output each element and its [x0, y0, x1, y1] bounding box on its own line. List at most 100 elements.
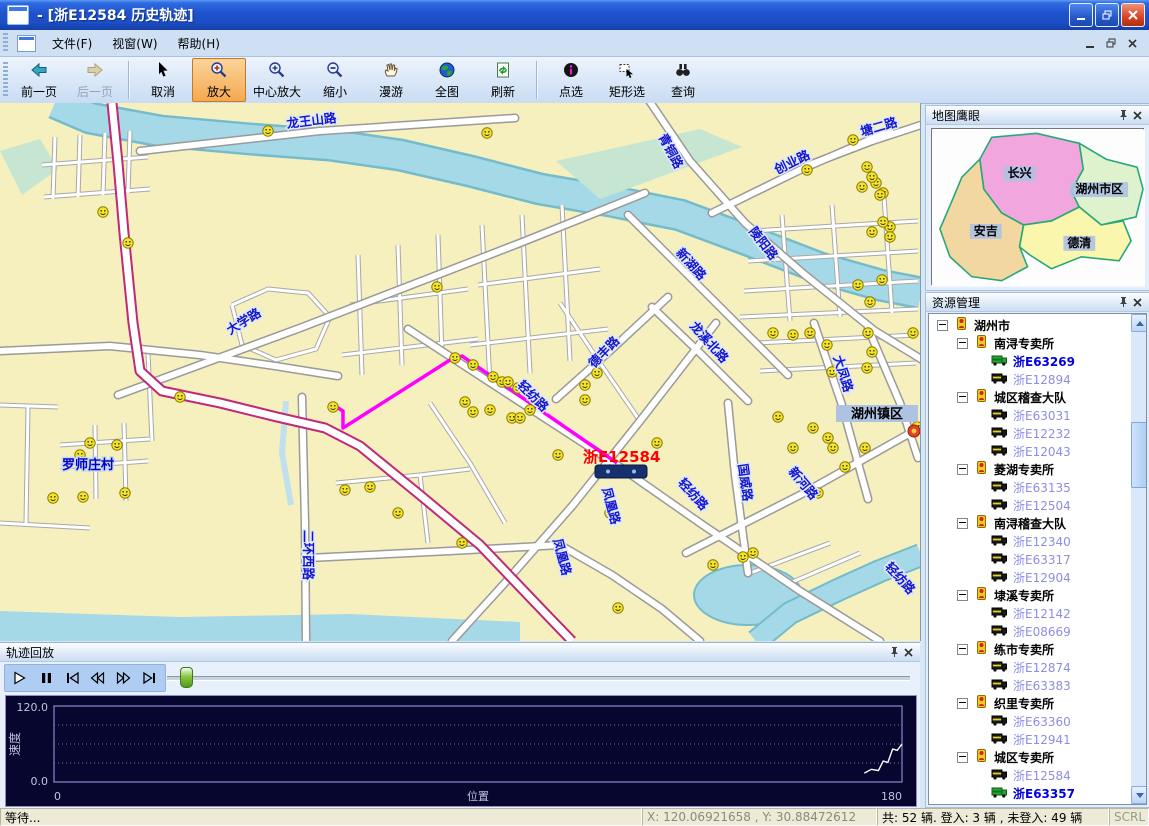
toolbar-separator	[536, 61, 538, 99]
tree-vehicle-浙E12904[interactable]: 浙E12904	[929, 568, 1130, 586]
collapse-icon[interactable]	[957, 752, 968, 763]
toolbar-button-page-prev[interactable]: 前一页	[12, 58, 66, 102]
mdi-close-button[interactable]	[1123, 35, 1141, 51]
organization-icon	[974, 334, 989, 352]
collapse-icon[interactable]	[957, 644, 968, 655]
mdi-restore-button[interactable]	[1102, 35, 1120, 51]
toolbar-button-rect-select[interactable]: 矩形选	[600, 58, 654, 102]
tree-vehicle-浙E12584[interactable]: 浙E12584	[929, 766, 1130, 784]
collapse-icon[interactable]	[957, 338, 968, 349]
tree-group-埭溪专卖所[interactable]: 埭溪专卖所	[929, 586, 1130, 604]
toolbar-button-cancel-cursor[interactable]: 取消	[136, 58, 190, 102]
tree-vehicle-浙E12941[interactable]: 浙E12941	[929, 730, 1130, 748]
scroll-down-button[interactable]	[1131, 786, 1147, 804]
tree-vehicle-浙E12894[interactable]: 浙E12894	[929, 370, 1130, 388]
transport-controls	[4, 664, 166, 692]
collapse-icon[interactable]	[937, 320, 948, 331]
organization-icon	[974, 694, 989, 712]
tree-vehicle-浙E12340[interactable]: 浙E12340	[929, 532, 1130, 550]
toolbar-button-refresh[interactable]: 刷新	[476, 58, 530, 102]
tree-vehicle-浙E12043[interactable]: 浙E12043	[929, 442, 1130, 460]
toolbar-separator	[128, 61, 130, 99]
toolbar-button-full-map-globe[interactable]: 全图	[420, 58, 474, 102]
map-canvas[interactable]: 龙王山路塘二路创业路青铜路陵阳路新湖路大学路龙溪北路德丰路轻纺路轻纺路轻纺路凤凰…	[0, 103, 921, 641]
menu-item-2[interactable]: 帮助(H)	[168, 31, 230, 56]
svg-text:湖州镇区: 湖州镇区	[851, 406, 903, 422]
window-title: - [浙E12584 历史轨迹]	[37, 5, 1069, 25]
collapse-icon[interactable]	[957, 518, 968, 529]
eagle-eye-panel: 地图鹰眼 长兴湖州市区安吉德清	[925, 105, 1149, 291]
tree-group-练市专卖所[interactable]: 练市专卖所	[929, 640, 1130, 658]
menu-item-0[interactable]: 文件(F)	[42, 31, 102, 56]
tree-vehicle-浙E63031[interactable]: 浙E63031	[929, 406, 1130, 424]
tree-vehicle-浙E63317[interactable]: 浙E63317	[929, 550, 1130, 568]
skip-end-button[interactable]	[139, 668, 159, 688]
tree-vehicle-浙E09387[interactable]: 浙E09387	[929, 802, 1130, 804]
tree-vehicle-浙E12142[interactable]: 浙E12142	[929, 604, 1130, 622]
mdi-minimize-button[interactable]	[1081, 35, 1099, 51]
page-prev-icon	[30, 61, 48, 82]
scroll-thumb[interactable]	[1131, 422, 1147, 488]
truck-icon	[991, 803, 1008, 804]
toolbar-button-page-next[interactable]: 后一页	[68, 58, 122, 102]
toolbar-button-query-binoculars[interactable]: 查询	[656, 58, 710, 102]
toolbar-button-zoom-out[interactable]: 缩小	[308, 58, 362, 102]
svg-text:德清: 德清	[1067, 235, 1091, 250]
truck-icon	[991, 425, 1008, 441]
collapse-icon[interactable]	[957, 464, 968, 475]
tree-scrollbar[interactable]	[1131, 314, 1146, 804]
fast-forward-button[interactable]	[113, 668, 133, 688]
resource-pin-icon[interactable]	[1115, 295, 1130, 309]
tree-vehicle-浙E63135[interactable]: 浙E63135	[929, 478, 1130, 496]
playback-close-icon[interactable]	[901, 645, 916, 659]
app-icon	[7, 5, 29, 25]
eagle-eye-map[interactable]: 长兴湖州市区安吉德清	[931, 128, 1144, 285]
collapse-icon[interactable]	[957, 698, 968, 709]
rewind-button[interactable]	[88, 668, 108, 688]
scroll-up-button[interactable]	[1131, 314, 1147, 332]
tree-group-菱湖专卖所[interactable]: 菱湖专卖所	[929, 460, 1130, 478]
playback-pin-icon[interactable]	[886, 645, 901, 659]
toolbar-button-pan-hand[interactable]: 漫游	[364, 58, 418, 102]
tree-vehicle-浙E63383[interactable]: 浙E63383	[929, 676, 1130, 694]
skip-start-button[interactable]	[62, 668, 82, 688]
resource-close-icon[interactable]	[1130, 295, 1145, 309]
tree-vehicle-浙E63360[interactable]: 浙E63360	[929, 712, 1130, 730]
toolbar-button-zoom-in[interactable]: 放大	[192, 58, 246, 102]
restore-button[interactable]	[1095, 3, 1119, 27]
tree-group-城区稽查大队[interactable]: 城区稽查大队	[929, 388, 1130, 406]
tree-vehicle-浙E12504[interactable]: 浙E12504	[929, 496, 1130, 514]
mdi-child-icon[interactable]	[17, 35, 36, 52]
tree-group-织里专卖所[interactable]: 织里专卖所	[929, 694, 1130, 712]
play-button[interactable]	[11, 668, 31, 688]
collapse-icon[interactable]	[957, 392, 968, 403]
status-message: 等待...	[0, 808, 642, 826]
eagle-eye-pin-icon[interactable]	[1115, 108, 1130, 122]
tree-group-南浔专卖所[interactable]: 南浔专卖所	[929, 334, 1130, 352]
tree-vehicle-浙E08669[interactable]: 浙E08669	[929, 622, 1130, 640]
point-select-icon	[562, 61, 580, 82]
toolbar-button-zoom-center[interactable]: 中心放大	[248, 58, 306, 102]
tree-group-南浔稽查大队[interactable]: 南浔稽查大队	[929, 514, 1130, 532]
tree-group-城区专卖所[interactable]: 城区专卖所	[929, 748, 1130, 766]
menu-item-1[interactable]: 视窗(W)	[102, 31, 167, 56]
tree-vehicle-浙E63269[interactable]: 浙E63269	[929, 352, 1130, 370]
eagle-eye-close-icon[interactable]	[1130, 108, 1145, 122]
tree-vehicle-浙E12874[interactable]: 浙E12874	[929, 658, 1130, 676]
toolbar: 前一页后一页取消放大中心放大缩小漫游全图刷新点选矩形选查询	[0, 57, 1149, 104]
tree-vehicle-浙E63357[interactable]: 浙E63357	[929, 784, 1130, 802]
close-button[interactable]	[1121, 3, 1145, 27]
collapse-icon[interactable]	[957, 590, 968, 601]
organization-icon	[954, 316, 969, 334]
truck-green-icon	[991, 785, 1008, 801]
minimize-button[interactable]	[1069, 3, 1093, 27]
toolbar-button-point-select[interactable]: 点选	[544, 58, 598, 102]
truck-icon	[991, 407, 1008, 423]
village-label: 罗师庄村	[62, 457, 114, 473]
playback-slider-track[interactable]	[167, 676, 910, 681]
pause-button[interactable]	[36, 668, 56, 688]
tree-vehicle-浙E12232[interactable]: 浙E12232	[929, 424, 1130, 442]
cancel-cursor-icon	[154, 61, 172, 82]
playback-slider-thumb[interactable]	[180, 667, 193, 688]
tree-group-湖州市[interactable]: 湖州市	[929, 316, 1130, 334]
